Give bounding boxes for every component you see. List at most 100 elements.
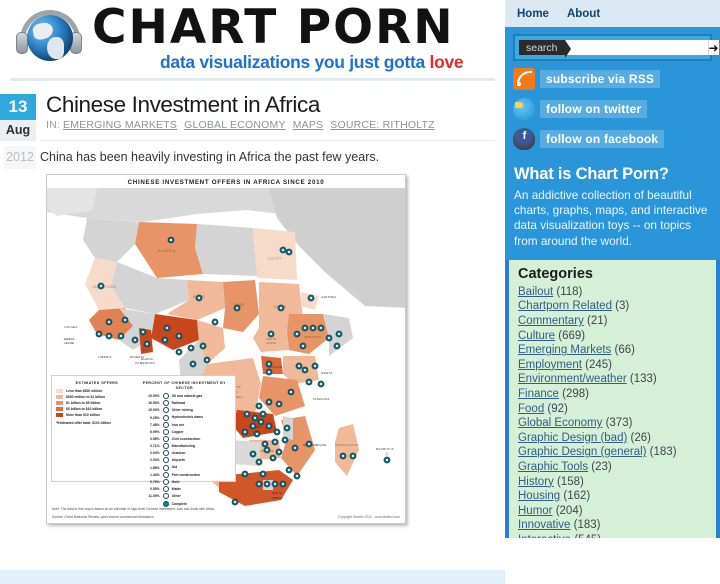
- social-link-twitter[interactable]: follow on twitter: [513, 97, 712, 121]
- post-source-link[interactable]: SOURCE: RITHOLTZ: [330, 119, 435, 131]
- sector-row: 1.44% Port construction: [138, 471, 231, 478]
- category-link[interactable]: Innovative: [518, 519, 570, 531]
- sector-row: 3.71% Manufacturing: [138, 443, 231, 450]
- sector-pct: 0.55%: [150, 487, 160, 492]
- category-row: Environment/weather (133): [518, 372, 707, 387]
- category-count: (183): [570, 519, 601, 532]
- legend-label: $1 billion to $5 billion: [66, 400, 101, 405]
- social-link-facebook[interactable]: follow on facebook: [513, 127, 712, 151]
- categories-title: Categories: [518, 265, 593, 282]
- post-category-link-emerging-markets[interactable]: EMERGING MARKETS: [63, 119, 177, 131]
- category-link[interactable]: Emerging Markets: [518, 344, 611, 356]
- category-count: (204): [552, 504, 583, 517]
- sector-row: 2.04% Uranium: [138, 450, 231, 457]
- post-header: Chinese Investment in Africa IN: EMERGING…: [46, 92, 495, 131]
- category-link[interactable]: Commentary: [518, 315, 584, 327]
- oil-icon: [162, 393, 169, 400]
- legend-swatch: [56, 406, 63, 411]
- post-category-link-maps[interactable]: MAPS: [293, 119, 324, 131]
- category-link[interactable]: Graphic Tools: [518, 461, 588, 473]
- site-tagline: data visualizations you just gotta love: [160, 52, 464, 73]
- nav-item-home[interactable]: Home: [517, 8, 549, 20]
- site-logo-title[interactable]: CHART PORN: [92, 2, 455, 54]
- category-row: Humor (204): [518, 504, 707, 519]
- category-count: (373): [602, 417, 633, 430]
- search-submit-arrow-icon[interactable]: ➜: [707, 40, 719, 55]
- post-date-month: Aug: [0, 120, 36, 141]
- svg-text:ALGERIA: ALGERIA: [158, 249, 176, 253]
- category-link[interactable]: Environment/weather: [518, 373, 627, 385]
- sector-row: 9.25% Hydroelectric dams: [138, 414, 231, 421]
- sector-pct: 7.46%: [150, 422, 160, 427]
- social-label: follow on twitter: [540, 100, 648, 118]
- category-link[interactable]: Finance: [518, 388, 559, 400]
- sector-name: Copper: [171, 429, 184, 434]
- gold-icon: [162, 478, 169, 485]
- map-copyright: Copyright Stratfor 2012 - www.stratfor.c…: [337, 515, 400, 519]
- social-link-rss[interactable]: subscribe via RSS: [513, 67, 712, 91]
- category-row: Commentary (21): [518, 314, 707, 329]
- category-link[interactable]: History: [518, 476, 554, 488]
- category-count: (669): [555, 329, 586, 342]
- globe-headphones-icon[interactable]: [14, 6, 84, 72]
- category-link[interactable]: Bailout: [518, 286, 553, 298]
- legend-label: Less than $500 million: [66, 388, 103, 393]
- legend-offers-title: ESTIMATED OFFERS: [75, 381, 119, 385]
- legend-row: $1 billion to $5 billion: [56, 401, 138, 405]
- category-count: (298): [558, 387, 589, 400]
- social-label: follow on facebook: [540, 130, 665, 148]
- legend-label: $5 billion to $10 billion: [66, 406, 103, 411]
- category-link[interactable]: Humor: [518, 505, 553, 517]
- masthead-divider: [10, 78, 495, 81]
- category-row: Graphic Tools (23): [518, 460, 707, 475]
- chart-figure-africa-investment-map[interactable]: CHINESE INVESTMENT OFFERS IN AFRICA SINC…: [46, 174, 406, 524]
- category-link[interactable]: Food: [518, 403, 544, 415]
- map-legend: ESTIMATED OFFERS Less than $500 million …: [51, 375, 236, 508]
- category-row: Housing (162): [518, 489, 707, 504]
- twitter-bird-icon: [513, 98, 535, 120]
- category-count: (545): [571, 534, 601, 538]
- category-count: (245): [581, 358, 612, 371]
- sector-pct: 19.00%: [148, 394, 160, 399]
- svg-text:ETHIOPIA: ETHIOPIA: [305, 335, 321, 339]
- sector-row: 0.79% Gold: [138, 478, 231, 485]
- sector-name: Port construction: [171, 472, 200, 477]
- category-link[interactable]: Global Economy: [518, 417, 602, 429]
- sector-row: 3.98% Civil construction: [138, 436, 231, 443]
- sector-name: Hydroelectric dams: [171, 415, 204, 420]
- sector-pct: 6.99%: [150, 429, 160, 434]
- category-row: Food (92): [518, 402, 707, 417]
- map-title: CHINESE INVESTMENT OFFERS IN AFRICA SINC…: [127, 179, 325, 186]
- svg-text:GHANA: GHANA: [141, 357, 153, 361]
- map-source: Source: China Business Review, open sour…: [52, 515, 154, 519]
- legend-row: $5 billion to $10 billion: [56, 407, 138, 411]
- aid-icon: [162, 464, 169, 471]
- sector-pct: 11.00%: [148, 494, 160, 499]
- category-link[interactable]: Graphic Design (bad): [518, 432, 627, 444]
- post-meta-in-label: IN:: [46, 119, 61, 131]
- category-link[interactable]: Housing: [518, 490, 560, 502]
- post-category-link-global-economy[interactable]: GLOBAL ECONOMY: [184, 119, 286, 131]
- search-input[interactable]: [564, 40, 708, 55]
- category-link[interactable]: Chartporn Related: [518, 300, 612, 312]
- category-count: (133): [626, 373, 657, 386]
- category-link[interactable]: Interactive: [518, 534, 571, 538]
- sector-name: Aid: [171, 465, 178, 470]
- other-icon: [162, 493, 169, 500]
- svg-text:MAURITANIA: MAURITANIA: [93, 285, 117, 289]
- legend-swatch: [56, 400, 63, 405]
- category-link[interactable]: Culture: [518, 330, 555, 342]
- category-link[interactable]: Employment: [518, 359, 582, 371]
- category-count: (3): [611, 300, 630, 313]
- nav-item-about[interactable]: About: [567, 8, 600, 20]
- category-row: Innovative (183): [518, 518, 707, 533]
- legend-offers-footnote: *Estimated offer total: $101 billion: [56, 421, 111, 425]
- search-box[interactable]: search ➜: [513, 34, 719, 61]
- legend-offers-column: ESTIMATED OFFERS Less than $500 million …: [56, 381, 138, 476]
- sector-name: Water: [171, 486, 181, 491]
- manufacturing-icon: [162, 443, 169, 450]
- sector-pct: 3.71%: [150, 444, 160, 449]
- category-link[interactable]: Graphic Design (general): [518, 446, 646, 458]
- sector-pct: 15.00%: [148, 408, 160, 413]
- legend-swatch: [56, 394, 63, 399]
